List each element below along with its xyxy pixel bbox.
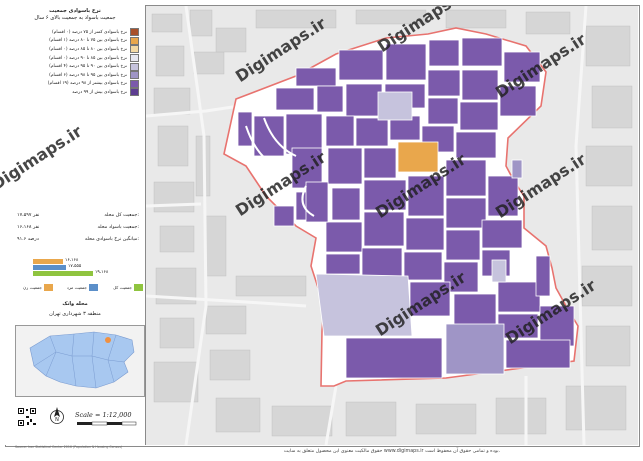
legend-label: نرخ باسوادی بیش از ۹۹ درصد: [72, 89, 127, 95]
svg-text:N: N: [55, 417, 59, 423]
legend-swatch: [130, 79, 139, 88]
legend-swatch: [130, 54, 139, 63]
bar-label: ۱۶،۱۶۸: [65, 258, 79, 263]
legend-swatch: [130, 28, 139, 37]
source-credit: Source: Iran Statistical Center 2016 (Po…: [15, 445, 123, 449]
legend-swatch: [130, 71, 139, 80]
inset-subtitle: منطقه ۳ شهرداری تهران: [49, 311, 101, 317]
legend-swatch: [130, 36, 139, 45]
legend-item: نرخ باسوادی بین ۸۰ تا ۸۵ درصد (۰ اقسام): [11, 45, 139, 54]
legend-label: نرخ باسوادی بین ۹۵ تا ۹۸ درصد (۶ اقسام): [49, 72, 127, 78]
locator-map: [15, 325, 145, 397]
map-title: نرخ باسوادی جمعیت جمعیت باسواد به جمعیت …: [5, 8, 145, 22]
legend-label: نرخ باسوادی بین ۹۰ تا ۹۵ درصد (۴ اقسام): [49, 64, 127, 70]
legend-item: نرخ باسوادی بین ۹۵ تا ۹۸ درصد (۶ اقسام): [11, 71, 139, 80]
legend-item: نرخ باسوادی بین ۸۵ تا ۹۰ درصد (۰ اقسام): [11, 54, 139, 63]
scale-bar: [77, 421, 137, 426]
bar-legend-item: جمعیت مرد: [67, 284, 98, 291]
legend-swatch: [130, 88, 139, 97]
legend-item: نرخ باسوادی بین ۷۵ تا ۸۰ درصد (۱ اقسام): [11, 36, 139, 46]
bar-legend-item: جمعیت کل: [113, 284, 143, 291]
copyright-footer: حقوق مالکیت معنوی این محصول متعلق به سای…: [283, 449, 501, 454]
legend-swatch: [130, 62, 139, 71]
title-line1: نرخ باسوادی جمعیت: [49, 8, 101, 14]
legend-item: نرخ باسوادی بیشتر از ۹۸ درصد (۱۹ اقسام): [11, 79, 139, 89]
bar-legend-swatch: [134, 284, 143, 291]
inset-title: محله وانک: [62, 301, 88, 307]
stat-key: جمعیت باسواد محله:: [97, 225, 139, 230]
bar-legend-label: جمعیت مرد: [66, 285, 87, 290]
bar-label: ۱۷،۵۵۵: [68, 264, 82, 269]
stat-value: ۱۷،۵۹۷ نفر: [17, 213, 40, 218]
population-bar-chart: ۱۶،۱۶۸ ۱۷،۵۵۵ ۱۹،۱۶۸: [33, 258, 108, 277]
bar-legend-swatch: [44, 284, 53, 291]
title-line2: جمعیت باسواد به جمعیت بالای ۶ سال: [34, 15, 116, 21]
bar-label: ۱۹،۱۶۸: [95, 270, 109, 275]
legend-label: نرخ باسوادی بیشتر از ۹۸ درصد (۱۹ اقسام): [47, 81, 127, 87]
qr-code-icon: [17, 407, 37, 427]
side-panel: نرخ باسوادی جمعیت جمعیت باسواد به جمعیت …: [5, 5, 146, 449]
highlight-dot: [105, 337, 111, 343]
stat-key: جمعیت کل محله:: [104, 213, 139, 218]
bar-women: ۱۶،۱۶۸: [33, 258, 78, 264]
map-svg: [146, 6, 633, 445]
bar-legend-label: جمعیت زن: [23, 285, 42, 290]
stat-value: ۹۱.۶ درصد: [17, 237, 39, 242]
legend: نرخ باسوادی کمتر از ۷۵ درصد (۰ اقسام) نر…: [11, 28, 139, 97]
north-arrow-icon: N: [50, 407, 64, 424]
legend-label: نرخ باسوادی کمتر از ۷۵ درصد (۰ اقسام): [51, 29, 127, 35]
legend-item: نرخ باسوادی بین ۹۰ تا ۹۵ درصد (۴ اقسام): [11, 62, 139, 71]
bar-legend-label: جمعیت کل: [113, 285, 132, 290]
legend-label: نرخ باسوادی بین ۸۵ تا ۹۰ درصد (۰ اقسام): [49, 55, 127, 61]
legend-swatch: [130, 45, 139, 54]
bar-legend-item: جمعیت زن: [23, 284, 53, 291]
locator-map-svg: [16, 326, 144, 396]
legend-item: نرخ باسوادی بیش از ۹۹ درصد: [11, 88, 139, 97]
scale-label: Scale = 1:12,000: [75, 411, 132, 419]
stat-value: ۱۶،۱۶۸ نفر: [17, 225, 40, 230]
map-canvas: Digimaps.ir Digimaps.ir Digimaps.ir Digi…: [146, 6, 638, 445]
stat-key: میانگین نرخ باسوادی محله:: [84, 237, 139, 242]
bar-total: ۱۹،۱۶۸: [33, 270, 108, 276]
legend-label: نرخ باسوادی بین ۷۵ تا ۸۰ درصد (۱ اقسام): [49, 38, 127, 44]
bar-legend-swatch: [89, 284, 98, 291]
legend-item: نرخ باسوادی کمتر از ۷۵ درصد (۰ اقسام): [11, 28, 139, 37]
bar-men: ۱۷،۵۵۵: [33, 264, 81, 270]
bar-legend: جمعیت کل جمعیت مرد جمعیت زن: [15, 284, 143, 294]
legend-label: نرخ باسوادی بین ۸۰ تا ۸۵ درصد (۰ اقسام): [49, 46, 127, 52]
